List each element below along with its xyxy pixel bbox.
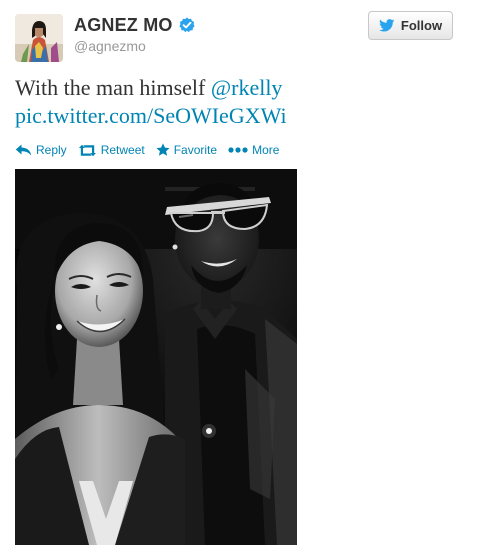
retweet-button[interactable]: Retweet: [78, 143, 145, 157]
twitter-bird-icon: [378, 19, 395, 32]
tweet-card: AGNEZ MO @agnezmo Follow With the man hi…: [0, 0, 481, 555]
reply-icon: [15, 144, 32, 156]
avatar[interactable]: [15, 14, 63, 62]
follow-button[interactable]: Follow: [368, 11, 453, 40]
more-label: More: [252, 143, 280, 157]
star-icon: [156, 143, 170, 156]
retweet-label: Retweet: [100, 143, 145, 157]
user-screen-name[interactable]: @agnezmo: [74, 38, 146, 54]
user-name-row[interactable]: AGNEZ MO: [74, 13, 195, 37]
reply-button[interactable]: Reply: [15, 143, 67, 157]
mention-link[interactable]: @rkelly: [211, 75, 283, 100]
retweet-icon: [78, 144, 96, 156]
user-fullname[interactable]: AGNEZ MO: [74, 15, 173, 36]
favorite-button[interactable]: Favorite: [156, 143, 217, 157]
more-button[interactable]: More: [228, 143, 279, 157]
tweet-text: With the man himself @rkelly pic.twitter…: [15, 74, 465, 130]
follow-button-label: Follow: [400, 18, 443, 33]
verified-badge-icon: [179, 17, 195, 33]
tweet-photo[interactable]: [15, 169, 297, 545]
tweet-actions: Reply Retweet Favorite More: [15, 141, 290, 159]
tweet-body: With the man himself: [15, 75, 211, 100]
media-link[interactable]: pic.twitter.com/SeOWIeGXWi: [15, 103, 287, 128]
reply-label: Reply: [36, 143, 67, 157]
more-dots-icon: [228, 147, 248, 153]
favorite-label: Favorite: [173, 143, 218, 157]
